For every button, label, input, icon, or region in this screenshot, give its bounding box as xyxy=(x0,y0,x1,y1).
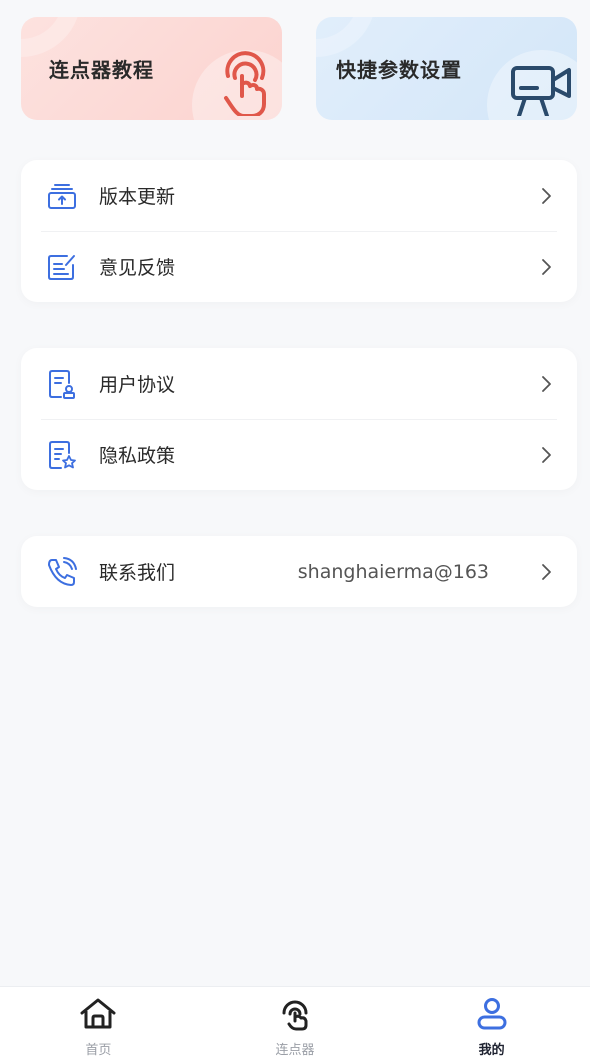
tab-home[interactable]: 首页 xyxy=(0,987,197,1058)
tab-clicker-label: 连点器 xyxy=(275,1043,315,1058)
tab-home-label: 首页 xyxy=(85,1043,112,1058)
user-agreement-icon xyxy=(45,367,79,401)
video-camera-icon xyxy=(507,56,577,120)
menu-item-label: 用户协议 xyxy=(99,374,176,396)
clicker-icon xyxy=(277,997,313,1035)
hand-tap-icon xyxy=(212,46,276,120)
tutorial-card[interactable]: 连点器教程 xyxy=(21,17,282,120)
menu-item-label: 联系我们 xyxy=(99,562,176,584)
menu-item-contact-us[interactable]: 联系我们 shanghaierma@163 xyxy=(21,536,577,607)
menu-group-contact: 联系我们 shanghaierma@163 xyxy=(21,536,577,607)
tab-profile-label: 我的 xyxy=(478,1043,505,1058)
profile-icon xyxy=(475,997,509,1035)
menu-item-feedback[interactable]: 意见反馈 xyxy=(21,231,577,302)
home-icon xyxy=(78,997,118,1035)
menu-item-version-update[interactable]: 版本更新 xyxy=(21,160,577,231)
menu-item-label: 隐私政策 xyxy=(99,445,176,467)
menu-group-legal: 用户协议 隐私政策 xyxy=(21,348,577,490)
privacy-policy-icon xyxy=(45,438,79,472)
chevron-right-icon xyxy=(537,258,555,276)
card-decoration xyxy=(316,17,376,57)
card-decoration xyxy=(21,17,81,57)
shortcut-settings-card-title: 快捷参数设置 xyxy=(336,58,462,82)
version-update-icon xyxy=(45,179,79,213)
contact-email: shanghaierma@163 xyxy=(297,560,489,583)
menu-item-label: 版本更新 xyxy=(99,186,176,208)
menu-item-user-agreement[interactable]: 用户协议 xyxy=(21,348,577,419)
chevron-right-icon xyxy=(537,375,555,393)
bottom-tab-bar: 首页 连点器 我的 xyxy=(0,986,590,1058)
chevron-right-icon xyxy=(537,563,555,581)
menu-group-app: 版本更新 意见反馈 xyxy=(21,160,577,302)
chevron-right-icon xyxy=(537,187,555,205)
menu-item-label: 意见反馈 xyxy=(99,257,176,279)
quick-cards: 连点器教程 快捷参数设置 xyxy=(21,17,577,120)
tab-profile[interactable]: 我的 xyxy=(393,987,590,1058)
tab-clicker[interactable]: 连点器 xyxy=(197,987,394,1058)
menu-item-privacy-policy[interactable]: 隐私政策 xyxy=(21,419,577,490)
shortcut-settings-card[interactable]: 快捷参数设置 xyxy=(316,17,577,120)
tutorial-card-title: 连点器教程 xyxy=(49,58,154,82)
phone-icon xyxy=(45,555,79,589)
chevron-right-icon xyxy=(537,446,555,464)
feedback-edit-icon xyxy=(45,250,79,284)
